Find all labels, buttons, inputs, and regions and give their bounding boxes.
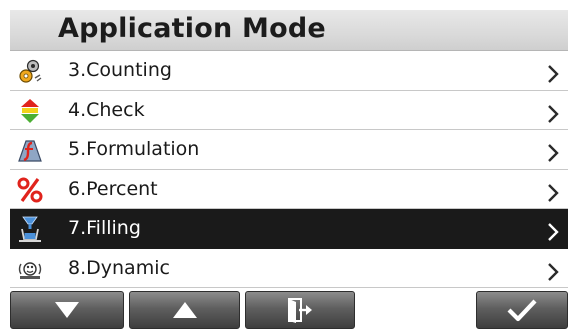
exit-icon — [288, 298, 312, 323]
menu-item-label: 6.Percent — [68, 177, 158, 200]
formulation-icon — [18, 140, 42, 162]
chevron-right-icon — [548, 223, 559, 241]
chevron-right-icon — [548, 104, 559, 123]
menu-item-label: 5.Formulation — [68, 138, 200, 160]
arrow-up-icon — [172, 302, 197, 318]
menu-item-label: 7.Filling — [68, 217, 141, 239]
checkmark-icon — [507, 299, 537, 322]
menu-item-filling[interactable]: 7.Filling — [10, 209, 568, 249]
arrow-down-icon — [55, 302, 79, 318]
dynamic-icon — [18, 261, 42, 279]
application-mode-screen: Application Mode 3.Counting 4.Check 5.Fo… — [10, 10, 568, 329]
menu-item-label: 3.Counting — [68, 59, 172, 81]
application-mode-list: 3.Counting 4.Check 5.Formulation 6.Perce… — [10, 51, 568, 288]
scroll-down-button[interactable] — [10, 291, 124, 329]
chevron-right-icon — [548, 144, 559, 162]
counting-icon — [19, 59, 42, 83]
page-title: Application Mode — [58, 13, 326, 44]
menu-item-percent[interactable]: 6.Percent — [10, 169, 568, 209]
menu-item-counting[interactable]: 3.Counting — [10, 51, 568, 91]
menu-item-label: 8.Dynamic — [68, 256, 170, 279]
menu-item-label: 4.Check — [68, 98, 145, 121]
menu-item-formulation[interactable]: 5.Formulation — [10, 130, 568, 170]
scroll-up-button[interactable] — [129, 291, 240, 329]
check-weighing-icon — [21, 98, 39, 123]
chevron-right-icon — [548, 183, 559, 202]
exit-button[interactable] — [245, 291, 355, 329]
chevron-right-icon — [548, 262, 559, 281]
filling-icon — [19, 216, 41, 242]
softkey-bar — [10, 291, 568, 329]
chevron-right-icon — [548, 65, 559, 83]
title-bar: Application Mode — [10, 10, 568, 51]
percent-icon — [17, 177, 43, 202]
menu-item-check[interactable]: 4.Check — [10, 90, 568, 130]
confirm-button[interactable] — [476, 291, 568, 329]
menu-item-dynamic[interactable]: 8.Dynamic — [10, 248, 568, 288]
